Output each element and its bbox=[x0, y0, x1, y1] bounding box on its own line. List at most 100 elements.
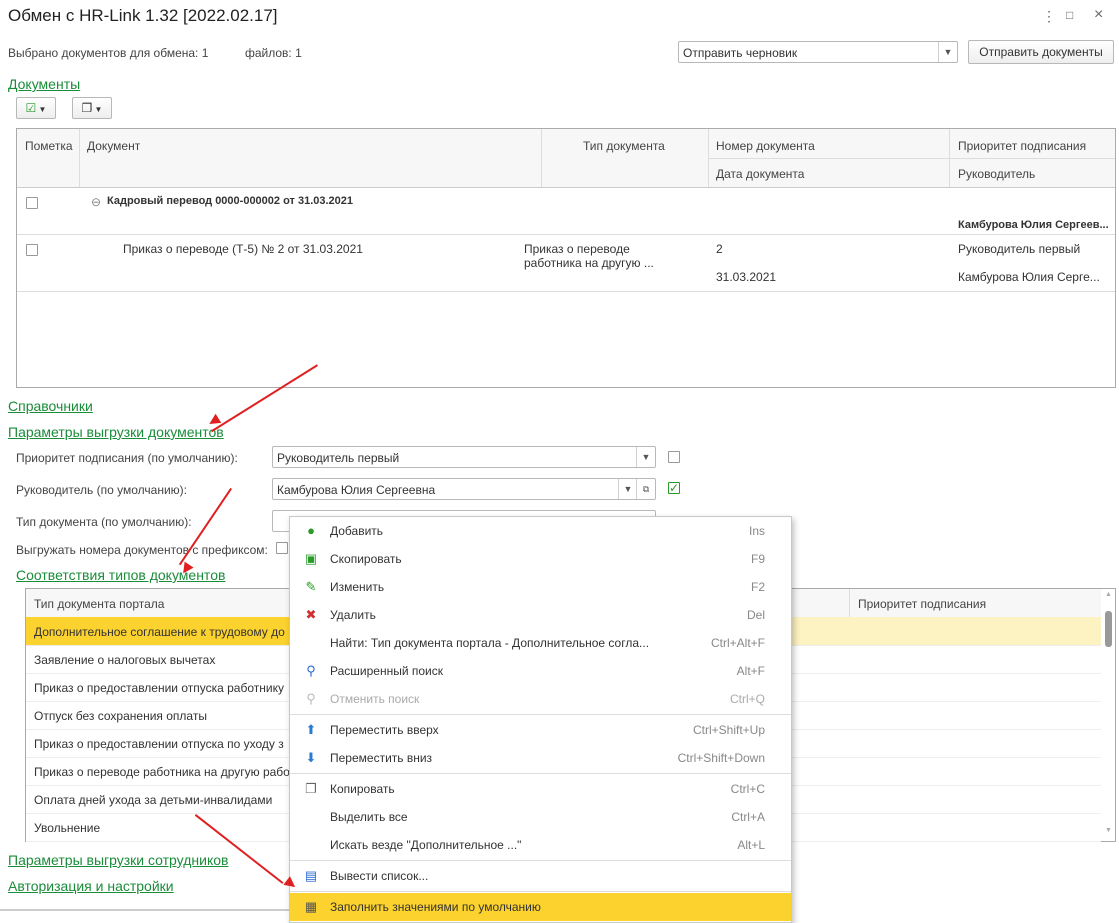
manager-default-value: Камбурова Юлия Сергеевна bbox=[277, 483, 436, 497]
context-menu-item-shortcut: Ctrl+C bbox=[730, 782, 765, 796]
header-manager[interactable]: Руководитель bbox=[958, 167, 1035, 181]
chevron-down-icon[interactable]: ▼ bbox=[618, 479, 637, 499]
context-menu-item[interactable]: ▤ Вывести список... bbox=[290, 862, 791, 890]
mapping-row[interactable]: Приказ о переводе работника на другую ра… bbox=[34, 765, 290, 779]
close-icon[interactable]: × bbox=[1094, 6, 1103, 24]
doc-row-date: 31.03.2021 bbox=[716, 270, 777, 284]
files-count: файлов: 1 bbox=[245, 46, 302, 60]
menu-separator bbox=[290, 891, 791, 892]
context-menu-item[interactable]: ● Добавить Ins bbox=[290, 517, 791, 545]
manager-default-label: Руководитель (по умолчанию): bbox=[16, 483, 187, 497]
context-menu-item-shortcut: Del bbox=[746, 608, 765, 622]
list-icon: ▤ bbox=[304, 868, 318, 883]
doc-row-type-line1: Приказ о переводе bbox=[524, 242, 630, 256]
maximize-icon[interactable]: □ bbox=[1066, 8, 1073, 22]
context-menu-item-label: Отменить поиск bbox=[330, 692, 420, 706]
context-menu-item-label: Копировать bbox=[330, 782, 395, 796]
mapping-row[interactable]: Заявление о налоговых вычетах bbox=[34, 653, 215, 667]
export-params-section-link[interactable]: Параметры выгрузки документов bbox=[8, 424, 224, 440]
search-icon: ⚲ bbox=[306, 663, 316, 678]
mapping-row[interactable]: Увольнение bbox=[34, 821, 100, 835]
context-menu-item[interactable]: ⬆ Переместить вверх Ctrl+Shift+Up bbox=[290, 716, 791, 744]
doc-row-document[interactable]: Приказ о переводе (Т-5) № 2 от 31.03.202… bbox=[123, 242, 363, 256]
auth-settings-section-link[interactable]: Авторизация и настройки bbox=[8, 878, 174, 894]
group-row-title: Кадровый перевод 0000-000002 от 31.03.20… bbox=[107, 195, 354, 207]
context-menu-item-label: Выделить все bbox=[330, 810, 408, 824]
send-mode-select[interactable]: Отправить черновик ▼ bbox=[678, 41, 958, 63]
directories-section-link[interactable]: Справочники bbox=[8, 398, 93, 414]
doc-row-number: 2 bbox=[716, 242, 723, 256]
context-menu-item-label: Удалить bbox=[330, 608, 376, 622]
context-menu-item[interactable]: Искать везде "Дополнительное ..." Alt+L bbox=[290, 831, 791, 859]
chevron-down-icon[interactable]: ▼ bbox=[636, 447, 655, 467]
context-menu-item[interactable]: Найти: Тип документа портала - Дополните… bbox=[290, 629, 791, 657]
send-documents-button[interactable]: Отправить документы bbox=[968, 40, 1114, 64]
context-menu-item[interactable]: ✖ Удалить Del bbox=[290, 601, 791, 629]
doc-row-type-line2: работника на другую ... bbox=[524, 256, 654, 270]
header-doc-number[interactable]: Номер документа bbox=[716, 139, 815, 153]
more-menu-icon[interactable]: ⋮ bbox=[1042, 8, 1056, 25]
header-doc-date[interactable]: Дата документа bbox=[716, 167, 804, 181]
header-portal-type[interactable]: Тип документа портала bbox=[34, 597, 164, 611]
context-menu-item-shortcut: Ctrl+Alt+F bbox=[710, 636, 765, 650]
context-menu-item-label: Изменить bbox=[330, 580, 385, 594]
send-mode-value: Отправить черновик bbox=[683, 46, 798, 60]
mapping-row[interactable]: Отпуск без сохранения оплаты bbox=[34, 709, 207, 723]
manager-default-checkbox[interactable]: ✓ bbox=[668, 482, 680, 494]
header-document[interactable]: Документ bbox=[87, 139, 140, 153]
context-menu-item[interactable]: ▦ Заполнить значениями по умолчанию bbox=[290, 893, 791, 921]
header-mapping-priority[interactable]: Приоритет подписания bbox=[858, 597, 986, 611]
mapping-row[interactable]: Приказ о предоставлении отпуска работник… bbox=[34, 681, 284, 695]
manager-default-select[interactable]: Камбурова Юлия Сергеевна ▼ ⧉ bbox=[272, 478, 656, 500]
header-priority[interactable]: Приоритет подписания bbox=[958, 139, 1086, 153]
open-icon[interactable]: ⧉ bbox=[636, 479, 655, 499]
context-menu-item-shortcut: Ins bbox=[748, 524, 765, 538]
scroll-thumb[interactable] bbox=[1105, 611, 1112, 647]
chevron-down-icon[interactable]: ▼ bbox=[938, 42, 957, 62]
priority-default-checkbox[interactable] bbox=[668, 451, 680, 463]
arrow-up-icon: ⬆ bbox=[305, 722, 317, 737]
context-menu-item-shortcut: Ctrl+A bbox=[731, 810, 765, 824]
context-menu-item-shortcut: F2 bbox=[750, 580, 765, 594]
scroll-down-icon[interactable]: ▼ bbox=[1105, 827, 1112, 834]
priority-default-select[interactable]: Руководитель первый ▼ bbox=[272, 446, 656, 468]
priority-default-label: Приоритет подписания (по умолчанию): bbox=[16, 451, 238, 465]
mapping-row[interactable]: Оплата дней ухода за детьми-инвалидами bbox=[34, 793, 272, 807]
context-menu-item[interactable]: ❐ Копировать Ctrl+C bbox=[290, 775, 791, 803]
documents-section-link[interactable]: Документы bbox=[8, 76, 80, 92]
context-menu-item-label: Переместить вниз bbox=[330, 751, 433, 765]
context-menu-item: ⚲ Отменить поиск Ctrl+Q bbox=[290, 685, 791, 713]
header-doc-type[interactable]: Тип документа bbox=[583, 139, 665, 153]
mark-all-button[interactable]: ☑ ▼ bbox=[16, 97, 56, 119]
delete-icon: ✖ bbox=[305, 607, 317, 622]
prefix-checkbox[interactable] bbox=[276, 542, 288, 554]
scroll-up-icon[interactable]: ▲ bbox=[1105, 591, 1112, 598]
group-row-checkbox[interactable] bbox=[26, 197, 38, 209]
priority-default-value: Руководитель первый bbox=[277, 451, 400, 465]
collapse-icon[interactable]: ⊖ bbox=[91, 195, 101, 209]
mapping-scrollbar[interactable]: ▲ ▼ bbox=[1104, 591, 1113, 837]
context-menu-item-shortcut: Ctrl+Shift+Down bbox=[677, 751, 765, 765]
context-menu-item-label: Расширенный поиск bbox=[330, 664, 443, 678]
copy-options-button[interactable]: ❐ ▼ bbox=[72, 97, 112, 119]
doc-row-checkbox[interactable] bbox=[26, 244, 38, 256]
context-menu-item-shortcut: Alt+L bbox=[737, 838, 765, 852]
add-icon: ● bbox=[307, 523, 315, 538]
context-menu-item-label: Искать везде "Дополнительное ..." bbox=[330, 838, 522, 852]
cancel-search-icon: ⚲ bbox=[306, 691, 316, 706]
context-menu-item[interactable]: ✎ Изменить F2 bbox=[290, 573, 791, 601]
prefix-label: Выгружать номера документов с префиксом: bbox=[16, 543, 268, 557]
employee-params-section-link[interactable]: Параметры выгрузки сотрудников bbox=[8, 852, 228, 868]
header-mark[interactable]: Пометка bbox=[25, 139, 73, 153]
context-menu-item[interactable]: ⚲ Расширенный поиск Alt+F bbox=[290, 657, 791, 685]
mapping-row[interactable]: Приказ о предоставлении отпуска по уходу… bbox=[34, 737, 284, 751]
context-menu-item-shortcut: F9 bbox=[750, 552, 765, 566]
context-menu-item-label: Добавить bbox=[330, 524, 384, 538]
fill-defaults-icon: ▦ bbox=[304, 899, 318, 914]
doc-row-manager: Камбурова Юлия Серге... bbox=[958, 270, 1100, 284]
context-menu-item[interactable]: ▣ Скопировать F9 bbox=[290, 545, 791, 573]
context-menu-item[interactable]: Выделить все Ctrl+A bbox=[290, 803, 791, 831]
mapping-row[interactable]: Дополнительное соглашение к трудовому до bbox=[34, 625, 285, 639]
context-menu-item-label: Заполнить значениями по умолчанию bbox=[330, 900, 541, 914]
context-menu-item[interactable]: ⬇ Переместить вниз Ctrl+Shift+Down bbox=[290, 744, 791, 772]
